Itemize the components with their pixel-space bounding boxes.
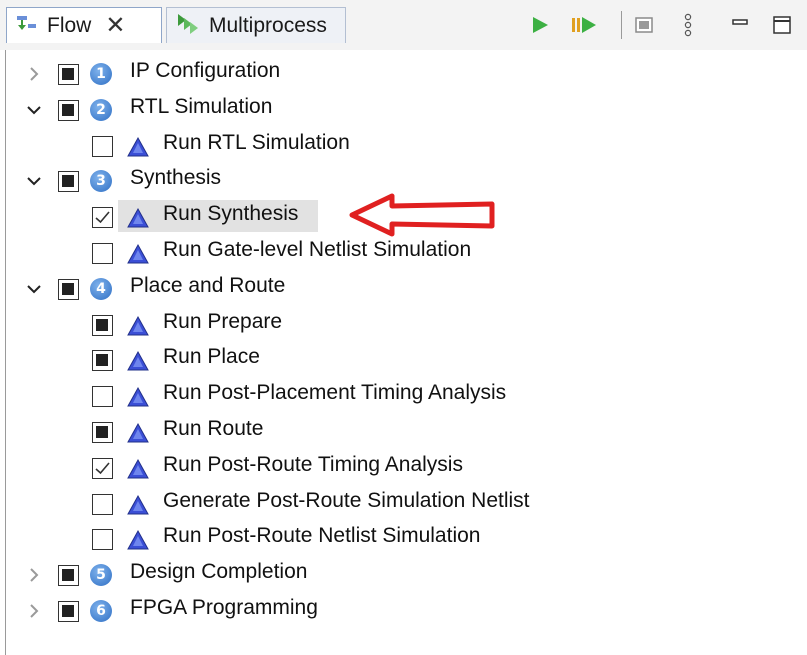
chevron-right-icon[interactable] bbox=[24, 565, 44, 585]
step-number-badge-icon: 3 bbox=[90, 170, 112, 192]
chevron-down-icon[interactable] bbox=[24, 279, 44, 299]
chevron-right-icon[interactable] bbox=[24, 64, 44, 84]
step-number-badge-icon: 1 bbox=[90, 63, 112, 85]
step-label[interactable]: Place and Route bbox=[130, 271, 285, 301]
step-number-badge-icon: 2 bbox=[90, 99, 112, 121]
task-label[interactable]: Run Prepare bbox=[163, 307, 282, 337]
step-label[interactable]: Design Completion bbox=[130, 557, 307, 587]
checkbox[interactable] bbox=[58, 64, 79, 85]
task-triangle-icon bbox=[126, 350, 150, 377]
step-label[interactable]: IP Configuration bbox=[130, 56, 280, 86]
task-triangle-icon bbox=[126, 136, 150, 163]
task-label[interactable]: Run Post-Route Netlist Simulation bbox=[163, 521, 480, 551]
task-triangle-icon bbox=[126, 529, 150, 556]
task-triangle-icon bbox=[126, 494, 150, 521]
step-number-badge-icon: 6 bbox=[90, 600, 112, 622]
checkbox[interactable] bbox=[92, 136, 113, 157]
checkbox[interactable] bbox=[92, 494, 113, 515]
task-triangle-icon bbox=[126, 386, 150, 413]
task-label[interactable]: Run Synthesis bbox=[163, 199, 298, 229]
step-label[interactable]: Synthesis bbox=[130, 163, 221, 193]
step-number-badge-icon: 4 bbox=[90, 278, 112, 300]
checkbox[interactable] bbox=[58, 279, 79, 300]
task-triangle-icon bbox=[126, 243, 150, 270]
task-label[interactable]: Run Route bbox=[163, 414, 263, 444]
view-left-border bbox=[5, 50, 6, 655]
task-triangle-icon bbox=[126, 458, 150, 485]
task-label[interactable]: Run RTL Simulation bbox=[163, 128, 350, 158]
checkbox[interactable] bbox=[92, 350, 113, 371]
task-label[interactable]: Run Post-Placement Timing Analysis bbox=[163, 378, 506, 408]
step-label[interactable]: FPGA Programming bbox=[130, 593, 318, 623]
checkbox[interactable] bbox=[92, 422, 113, 443]
checkbox[interactable] bbox=[92, 386, 113, 407]
flow-view: Flow ✕ Multiprocess 1 IP Configuration 2… bbox=[0, 0, 807, 655]
checkbox[interactable] bbox=[92, 243, 113, 264]
task-label[interactable]: Run Post-Route Timing Analysis bbox=[163, 450, 463, 480]
step-number-badge-icon: 5 bbox=[90, 564, 112, 586]
step-label[interactable]: RTL Simulation bbox=[130, 92, 272, 122]
checkbox[interactable] bbox=[58, 100, 79, 121]
checkbox[interactable] bbox=[58, 601, 79, 622]
checkbox[interactable] bbox=[92, 529, 113, 550]
tree-step-row[interactable]: 6 FPGA Programming bbox=[0, 0, 807, 622]
chevron-down-icon[interactable] bbox=[24, 100, 44, 120]
task-label[interactable]: Generate Post-Route Simulation Netlist bbox=[163, 486, 530, 516]
annotation-arrow bbox=[349, 193, 495, 237]
task-triangle-icon bbox=[126, 422, 150, 449]
task-triangle-icon bbox=[126, 207, 150, 234]
chevron-right-icon[interactable] bbox=[24, 601, 44, 621]
checkbox[interactable] bbox=[92, 458, 113, 479]
checkbox[interactable] bbox=[58, 565, 79, 586]
checkbox[interactable] bbox=[92, 315, 113, 336]
task-label[interactable]: Run Place bbox=[163, 342, 260, 372]
chevron-down-icon[interactable] bbox=[24, 171, 44, 191]
checkbox[interactable] bbox=[58, 171, 79, 192]
task-triangle-icon bbox=[126, 315, 150, 342]
checkbox[interactable] bbox=[92, 207, 113, 228]
